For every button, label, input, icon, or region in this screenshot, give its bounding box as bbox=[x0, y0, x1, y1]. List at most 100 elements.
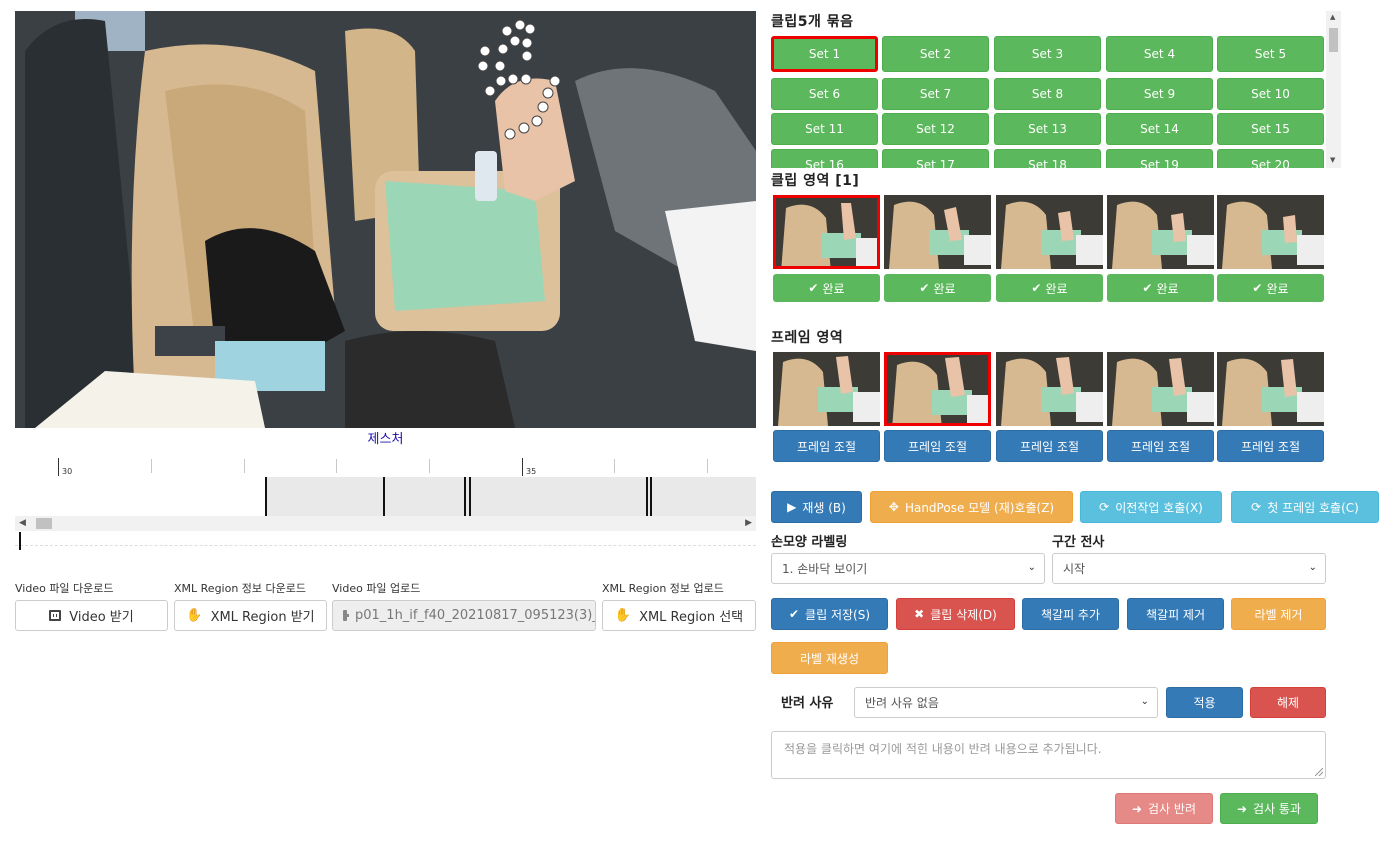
save-clip-button[interactable]: ✔ 클립 저장(S) bbox=[771, 598, 888, 630]
clip-boundary-marker[interactable] bbox=[469, 477, 471, 517]
inspect-pass-button[interactable]: ➜ 검사 통과 bbox=[1220, 793, 1318, 824]
film-icon bbox=[343, 610, 349, 621]
reject-note-textarea[interactable]: 적용을 클릭하면 여기에 적힌 내용이 반려 내용으로 추가됩니다. bbox=[771, 731, 1326, 779]
video-file-name: p01_1h_if_f40_20210817_095123(3)_Y bbox=[355, 608, 596, 623]
ruler-tick bbox=[429, 459, 430, 473]
frame-thumbnail[interactable] bbox=[773, 352, 880, 426]
clip-thumbnail[interactable] bbox=[1217, 195, 1324, 269]
reject-reason-select[interactable]: 반려 사유 없음 ⌄ bbox=[854, 687, 1158, 718]
regenerate-label-button[interactable]: 라벨 재생성 bbox=[771, 642, 888, 674]
clip-thumbnail[interactable] bbox=[1107, 195, 1214, 269]
frame-adjust-button[interactable]: 프레임 조절 bbox=[996, 430, 1103, 462]
set-button[interactable]: Set 2 bbox=[882, 36, 989, 72]
clip-done-button[interactable]: ✔ 완료 bbox=[773, 274, 880, 302]
set-button[interactable]: Set 10 bbox=[1217, 78, 1324, 110]
remove-label-button[interactable]: 라벨 제거 bbox=[1231, 598, 1326, 630]
set-button[interactable]: Set 8 bbox=[994, 78, 1101, 110]
playhead-cursor[interactable] bbox=[19, 532, 21, 550]
set-button[interactable]: Set 18 bbox=[994, 149, 1101, 168]
set-button[interactable]: Set 9 bbox=[1106, 78, 1213, 110]
clip-thumbnail[interactable] bbox=[884, 195, 991, 269]
set-button[interactable]: Set 1 bbox=[771, 36, 878, 72]
set-button[interactable]: Set 20 bbox=[1217, 149, 1324, 168]
scroll-up-arrow-icon[interactable]: ▲ bbox=[1330, 13, 1335, 21]
ruler-tick bbox=[522, 458, 523, 476]
timeline-scroll-thumb[interactable] bbox=[36, 518, 52, 529]
timeline-horizontal-scrollbar[interactable]: ◀ ▶ bbox=[15, 516, 756, 531]
remove-bookmark-button[interactable]: 책갈피 제거 bbox=[1127, 598, 1224, 630]
set-button[interactable]: Set 7 bbox=[882, 78, 989, 110]
resize-handle-icon[interactable] bbox=[1315, 768, 1323, 776]
prev-work-button[interactable]: ⟳ 이전작업 호출(X) bbox=[1080, 491, 1222, 523]
clip-done-button[interactable]: ✔ 완료 bbox=[1217, 274, 1324, 302]
delete-clip-button[interactable]: ✖ 클립 삭제(D) bbox=[896, 598, 1015, 630]
set-button[interactable]: Set 3 bbox=[994, 36, 1101, 72]
video-upload-label: Video 파일 업로드 bbox=[332, 582, 421, 595]
release-button[interactable]: 해제 bbox=[1250, 687, 1326, 718]
reject-note-placeholder: 적용을 클릭하면 여기에 적힌 내용이 반려 내용으로 추가됩니다. bbox=[784, 742, 1102, 756]
set-button[interactable]: Set 6 bbox=[771, 78, 878, 110]
sign-in-icon: ➜ bbox=[1131, 801, 1143, 816]
set-button[interactable]: Set 16 bbox=[771, 149, 878, 168]
scroll-right-arrow-icon[interactable]: ▶ bbox=[745, 518, 752, 528]
clip-boundary-marker[interactable] bbox=[650, 477, 652, 517]
set-button[interactable]: Set 12 bbox=[882, 113, 989, 145]
set-button[interactable]: Set 5 bbox=[1217, 36, 1324, 72]
frame-thumbnail[interactable] bbox=[1107, 352, 1214, 426]
frame-adjust-button[interactable]: 프레임 조절 bbox=[1217, 430, 1324, 462]
delete-clip-label: 클립 삭제(D) bbox=[930, 607, 997, 622]
remove-bookmark-label: 책갈피 제거 bbox=[1145, 607, 1205, 622]
set-list-scroll-thumb[interactable] bbox=[1329, 28, 1338, 52]
gesture-clip-lane[interactable] bbox=[15, 477, 756, 517]
handpose-model-button[interactable]: ✥ HandPose 모델 (재)호출(Z) bbox=[870, 491, 1073, 523]
inspect-reject-button[interactable]: ➜ 검사 반려 bbox=[1115, 793, 1213, 824]
frame-thumbnail[interactable] bbox=[996, 352, 1103, 426]
check-icon: ✔ bbox=[808, 281, 819, 295]
hand-icon: ✋ bbox=[614, 608, 632, 623]
video-player[interactable] bbox=[15, 11, 756, 428]
clip-boundary-marker[interactable] bbox=[646, 477, 648, 517]
reject-reason-label: 반려 사유 bbox=[781, 696, 834, 711]
clip-done-button[interactable]: ✔ 완료 bbox=[884, 274, 991, 302]
clip-boundary-marker[interactable] bbox=[265, 477, 267, 517]
frame-adjust-button[interactable]: 프레임 조절 bbox=[773, 430, 880, 462]
xml-get-button[interactable]: ✋ XML Region 받기 bbox=[174, 600, 327, 631]
gesture-clip-region[interactable] bbox=[266, 477, 756, 517]
scroll-down-arrow-icon[interactable]: ▼ bbox=[1330, 156, 1335, 164]
frame-thumbnail[interactable] bbox=[1217, 352, 1324, 426]
apply-button[interactable]: 적용 bbox=[1166, 687, 1243, 718]
chevron-down-icon: ⌄ bbox=[1027, 562, 1036, 573]
set-list-scrollbar[interactable]: ▲ ▼ bbox=[1326, 11, 1341, 168]
set-button[interactable]: Set 15 bbox=[1217, 113, 1324, 145]
clip-done-button[interactable]: ✔ 완료 bbox=[996, 274, 1103, 302]
set-button[interactable]: Set 13 bbox=[994, 113, 1101, 145]
clip-done-button[interactable]: ✔ 완료 bbox=[1107, 274, 1214, 302]
set-button[interactable]: Set 19 bbox=[1106, 149, 1213, 168]
set-button[interactable]: Set 4 bbox=[1106, 36, 1213, 72]
first-frame-button[interactable]: ⟳ 첫 프레임 호출(C) bbox=[1231, 491, 1379, 523]
scroll-left-arrow-icon[interactable]: ◀ bbox=[19, 518, 26, 528]
section-select[interactable]: 시작 ⌄ bbox=[1052, 553, 1326, 584]
hand-icon: ✋ bbox=[186, 608, 203, 623]
app-root: 제스처 30 35 ◀ ▶ Video 파일 다운로드 XML Region 정… bbox=[0, 0, 1396, 842]
reject-reason-value: 반려 사유 없음 bbox=[865, 696, 939, 710]
frame-thumbnail-image bbox=[773, 352, 880, 426]
set-button[interactable]: Set 17 bbox=[882, 149, 989, 168]
clip-thumbnail[interactable] bbox=[996, 195, 1103, 269]
play-button[interactable]: ▶ 재생 (B) bbox=[771, 491, 862, 523]
video-file-input[interactable]: p01_1h_if_f40_20210817_095123(3)_Y bbox=[332, 600, 596, 631]
clip-boundary-marker[interactable] bbox=[383, 477, 385, 517]
check-icon: ✔ bbox=[788, 607, 800, 621]
frame-adjust-button[interactable]: 프레임 조절 bbox=[884, 430, 991, 462]
video-download-label: Video 파일 다운로드 bbox=[15, 582, 114, 595]
frame-thumbnail[interactable] bbox=[884, 352, 991, 426]
hand-shape-select[interactable]: 1. 손바닥 보이기 ⌄ bbox=[771, 553, 1045, 584]
clip-boundary-marker[interactable] bbox=[464, 477, 466, 517]
xml-select-button[interactable]: ✋ XML Region 선택 bbox=[602, 600, 756, 631]
set-button[interactable]: Set 11 bbox=[771, 113, 878, 145]
clip-thumbnail[interactable] bbox=[773, 195, 880, 269]
set-button[interactable]: Set 14 bbox=[1106, 113, 1213, 145]
frame-adjust-button[interactable]: 프레임 조절 bbox=[1107, 430, 1214, 462]
video-get-button[interactable]: Video 받기 bbox=[15, 600, 168, 631]
add-bookmark-button[interactable]: 책갈피 추가 bbox=[1022, 598, 1119, 630]
